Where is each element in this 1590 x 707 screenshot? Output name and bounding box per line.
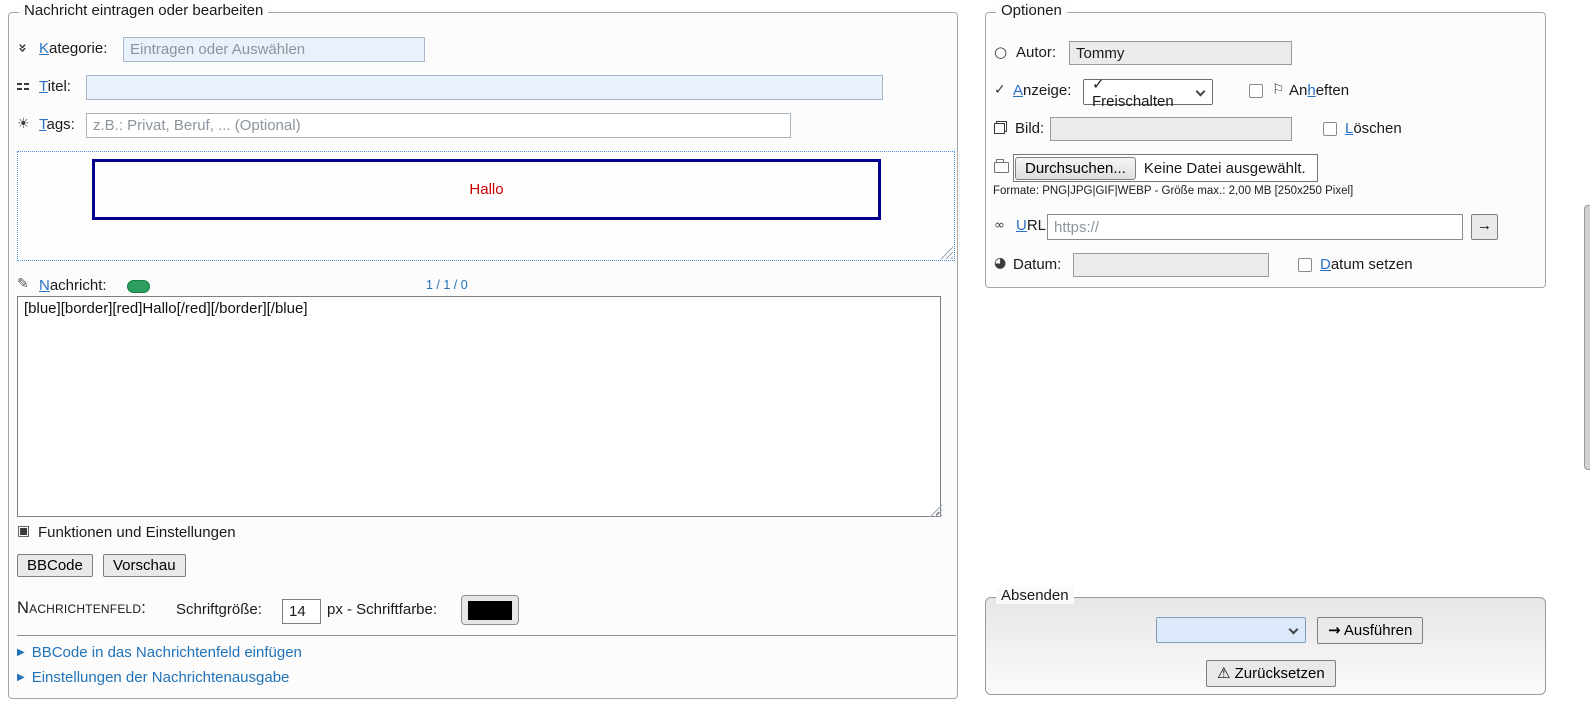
bild-input[interactable] xyxy=(1050,117,1292,141)
editor-legend: Nachricht eintragen oder bearbeiten xyxy=(19,2,268,19)
preview-border-box: Hallo xyxy=(92,159,881,220)
title-lines-icon xyxy=(17,83,29,90)
kategorie-row: » Kategorie: xyxy=(9,37,949,63)
folder-icon xyxy=(994,162,1009,173)
options-fieldset: Optionen ○ Autor: ✓ Anzeige: ✓ Freischal… xyxy=(985,12,1546,288)
url-label: URL: xyxy=(1016,217,1050,234)
output-settings-link[interactable]: ▶Einstellungen der Nachrichtenausgabe xyxy=(17,669,289,686)
functions-toggle[interactable]: ▣ Funktionen und Einstellungen xyxy=(9,521,509,547)
messagefield-settings-row: Nachrichtenfeld: Schriftgröße: px - Schr… xyxy=(9,598,949,628)
fontcolor-swatch xyxy=(468,601,512,620)
datum-label: Datum: xyxy=(1013,256,1061,273)
chevron-down-icon xyxy=(1196,87,1206,97)
pencil-icon: ✎ xyxy=(17,276,29,292)
loeschen-checkbox[interactable] xyxy=(1323,122,1337,136)
fontcolor-label: px - Schriftfarbe: xyxy=(327,601,437,618)
kategorie-label: Kategorie: xyxy=(39,40,107,57)
submit-fieldset: Absenden → Ausführen ⚠ Zurücksetzen xyxy=(985,597,1546,695)
submit-legend: Absenden xyxy=(996,587,1074,604)
overlapping-squares-icon xyxy=(994,121,1007,134)
durchsuchen-button[interactable]: Durchsuchen... xyxy=(1015,157,1136,180)
chevron-double-down-icon: » xyxy=(14,43,32,53)
titel-row: Titel: xyxy=(9,75,949,101)
url-go-button[interactable]: → xyxy=(1471,214,1498,240)
anzeige-select-value: ✓ Freischalten xyxy=(1092,75,1190,110)
bild-label: Bild: xyxy=(1015,120,1044,137)
anzeige-row: ✓ Anzeige: ✓ Freischalten ⚐ Anheften xyxy=(986,79,1536,105)
autor-input[interactable] xyxy=(1069,41,1292,65)
divider xyxy=(17,635,956,636)
warning-icon: ⚠ xyxy=(1217,664,1230,682)
message-textarea[interactable]: [blue][border][red]Hallo[/red][/border][… xyxy=(17,296,941,517)
datum-setzen-checkbox[interactable] xyxy=(1298,258,1312,272)
preview-resize-handle[interactable] xyxy=(940,246,953,259)
zuruecksetzen-button[interactable]: ⚠ Zurücksetzen xyxy=(1206,660,1336,687)
url-row: ∞ URL: → xyxy=(986,214,1536,240)
anheften-label: Anheften xyxy=(1289,82,1349,99)
char-line-counter: 1 / 1 / 0 xyxy=(426,278,468,292)
link-arrow-icon: ▶ xyxy=(17,672,25,683)
clock-icon: ◕ xyxy=(994,255,1006,271)
datum-input[interactable] xyxy=(1073,253,1269,277)
scrollbar-thumb[interactable] xyxy=(1584,205,1590,470)
file-input[interactable]: Durchsuchen... Keine Datei ausgewählt. xyxy=(1013,154,1318,182)
nachricht-label: Nachricht: xyxy=(39,277,107,294)
message-preview-area: Hallo xyxy=(17,151,955,261)
anzeige-select[interactable]: ✓ Freischalten xyxy=(1083,79,1213,105)
vorschau-button[interactable]: Vorschau xyxy=(103,554,186,577)
options-legend: Optionen xyxy=(996,2,1067,19)
autor-label: Autor: xyxy=(1016,44,1056,61)
preview-text: Hallo xyxy=(469,181,503,198)
fontcolor-swatch-button[interactable] xyxy=(461,595,519,625)
titel-label: Titel: xyxy=(39,78,71,95)
messagefield-label: Nachrichtenfeld: xyxy=(17,599,146,618)
file-row: Durchsuchen... Keine Datei ausgewählt. xyxy=(986,154,1536,182)
fontsize-input[interactable] xyxy=(282,599,321,624)
editor-fieldset: Nachricht eintragen oder bearbeiten » Ka… xyxy=(8,12,958,699)
kategorie-input[interactable] xyxy=(123,37,425,62)
link-infinity-icon: ∞ xyxy=(994,218,1005,233)
datum-setzen-label: Datum setzen xyxy=(1320,256,1413,273)
url-input[interactable] xyxy=(1047,214,1463,240)
file-status-text: Keine Datei ausgewählt. xyxy=(1144,160,1306,177)
loeschen-label: Löschen xyxy=(1345,120,1402,137)
status-indicator xyxy=(127,280,150,293)
flag-icon: ⚐ xyxy=(1272,82,1285,98)
circle-icon: ○ xyxy=(994,43,1007,61)
tags-row: ☀ Tags: xyxy=(9,113,949,139)
link-arrow-icon: ▶ xyxy=(17,647,25,658)
tags-label: Tags: xyxy=(39,116,75,133)
autor-row: ○ Autor: xyxy=(986,41,1536,67)
toggle-square-icon: ▣ xyxy=(17,523,30,539)
bild-row: Bild: Löschen xyxy=(986,117,1536,143)
action-select[interactable] xyxy=(1156,617,1306,643)
chevron-down-icon xyxy=(1289,625,1299,635)
titel-input[interactable] xyxy=(86,75,883,100)
datum-row: ◕ Datum: Datum setzen xyxy=(986,253,1536,279)
tags-input[interactable] xyxy=(86,113,791,138)
functions-toggle-label: Funktionen und Einstellungen xyxy=(38,524,236,541)
sun-icon: ☀ xyxy=(17,116,30,132)
anzeige-label: Anzeige: xyxy=(1013,82,1071,99)
formats-note: Formate: PNG|JPG|GIF|WEBP - Größe max.: … xyxy=(993,185,1353,197)
bbcode-button[interactable]: BBCode xyxy=(17,554,93,577)
anheften-checkbox[interactable] xyxy=(1249,84,1263,98)
fontsize-label: Schriftgröße: xyxy=(176,601,262,618)
page: Nachricht eintragen oder bearbeiten » Ka… xyxy=(0,0,1590,707)
arrow-right-icon: → xyxy=(1328,621,1341,639)
check-icon: ✓ xyxy=(994,82,1006,98)
ausfuehren-button[interactable]: → Ausführen xyxy=(1317,617,1423,644)
insert-bbcode-link[interactable]: ▶BBCode in das Nachrichtenfeld einfügen xyxy=(17,644,302,661)
